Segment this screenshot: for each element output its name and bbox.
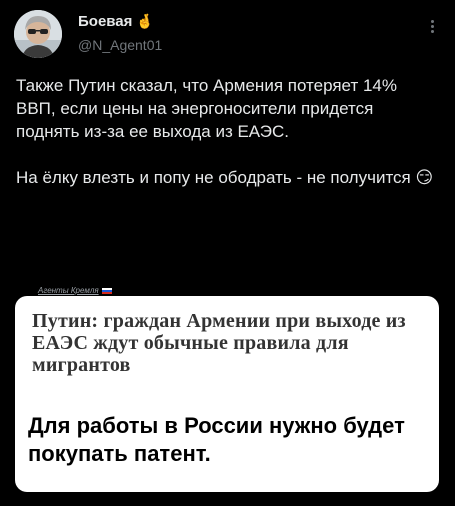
fingers-crossed-icon: 🤞 [136,13,154,29]
avatar-photo [14,10,62,58]
media-source-tag: Агенты Кремля [38,286,112,295]
tweet-text: Также Путин сказал, что Армения потеряет… [16,76,434,187]
tweet-header: Боевая 🤞 @N_Agent01 [14,8,442,62]
media-image[interactable]: Путин: граждан Армении при выходе из ЕАЭ… [15,296,439,492]
media-headline: Путин: граждан Армении при выходе из ЕАЭ… [32,310,406,376]
more-options-icon[interactable] [422,14,442,38]
author-info[interactable]: Боевая 🤞 @N_Agent01 [78,12,162,55]
media-source-text: Агенты Кремля [38,286,99,295]
display-name-text[interactable]: Боевая [78,13,132,30]
media-body-text: Для работы в России нужно будет покупать… [28,413,405,466]
russian-flag-icon [101,287,112,294]
user-handle[interactable]: @N_Agent01 [78,35,162,55]
tweet: Боевая 🤞 @N_Agent01 Также Путин сказал, ч… [0,0,455,506]
avatar[interactable] [14,10,62,58]
display-name[interactable]: Боевая 🤞 [78,12,162,31]
